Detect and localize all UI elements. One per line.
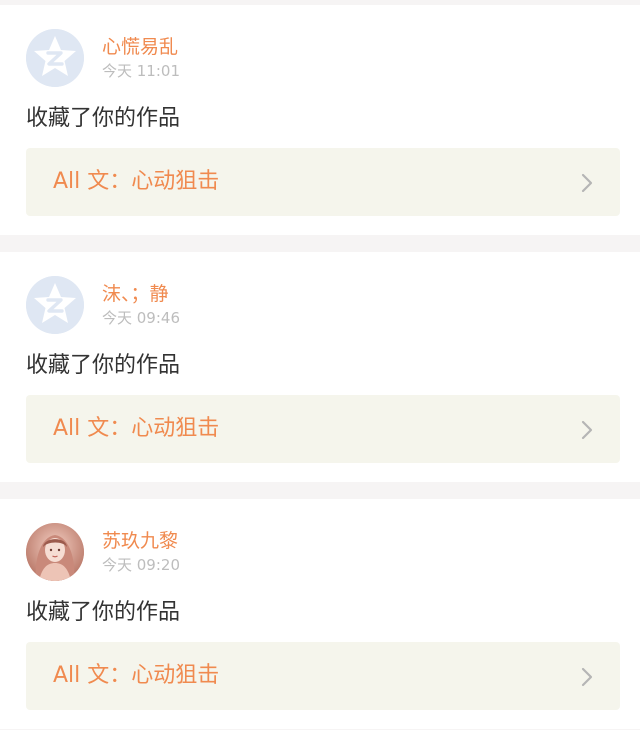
chevron-right-icon (581, 420, 593, 440)
user-photo (26, 523, 84, 581)
work-title: All 文：心动狙击 (53, 663, 220, 688)
default-avatar-icon (26, 29, 84, 87)
avatar[interactable] (26, 276, 84, 334)
notification-card: 苏玖九黎 今天 09:20 收藏了你的作品 All 文：心动狙击 (0, 499, 640, 729)
default-avatar-icon (26, 276, 84, 334)
work-title: All 文：心动狙击 (53, 416, 220, 441)
notification-feed: 心慌易乱 今天 11:01 收藏了你的作品 All 文：心动狙击 沫、；静 今天… (0, 0, 640, 730)
work-link[interactable]: All 文：心动狙击 (26, 395, 620, 463)
timestamp: 今天 09:20 (102, 556, 180, 574)
avatar[interactable] (26, 523, 84, 581)
notification-card: 沫、；静 今天 09:46 收藏了你的作品 All 文：心动狙击 (0, 252, 640, 482)
action-text: 收藏了你的作品 (26, 353, 181, 378)
username[interactable]: 心慌易乱 (102, 35, 178, 59)
action-text: 收藏了你的作品 (26, 106, 181, 131)
timestamp: 今天 11:01 (102, 62, 180, 80)
avatar[interactable] (26, 29, 84, 87)
username[interactable]: 苏玖九黎 (102, 529, 178, 553)
work-link[interactable]: All 文：心动狙击 (26, 642, 620, 710)
action-text: 收藏了你的作品 (26, 600, 181, 625)
work-link[interactable]: All 文：心动狙击 (26, 148, 620, 216)
timestamp: 今天 09:46 (102, 309, 180, 327)
chevron-right-icon (581, 173, 593, 193)
username[interactable]: 沫、；静 (102, 282, 169, 306)
chevron-right-icon (581, 667, 593, 687)
notification-card: 心慌易乱 今天 11:01 收藏了你的作品 All 文：心动狙击 (0, 5, 640, 235)
work-title: All 文：心动狙击 (53, 169, 220, 194)
